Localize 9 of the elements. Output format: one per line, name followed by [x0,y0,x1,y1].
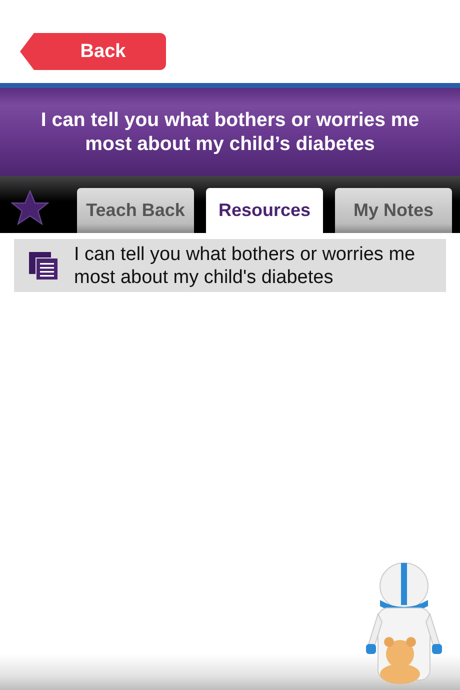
star-icon[interactable] [10,190,50,226]
tab[interactable]: Teach Back [77,188,194,233]
tab[interactable]: Resources [206,188,323,233]
resource-item[interactable]: I can tell you what bothers or worries me most about my child's diabetes [14,239,446,292]
tab[interactable]: My Notes [335,188,452,233]
header-title: I can tell you what bothers or worries me most about my child’s diabetes [40,108,420,156]
resource-title: I can tell you what bothers or worries me most about my child's diabetes [74,243,416,289]
back-button[interactable]: Back [20,33,166,70]
documents-icon [28,251,60,281]
